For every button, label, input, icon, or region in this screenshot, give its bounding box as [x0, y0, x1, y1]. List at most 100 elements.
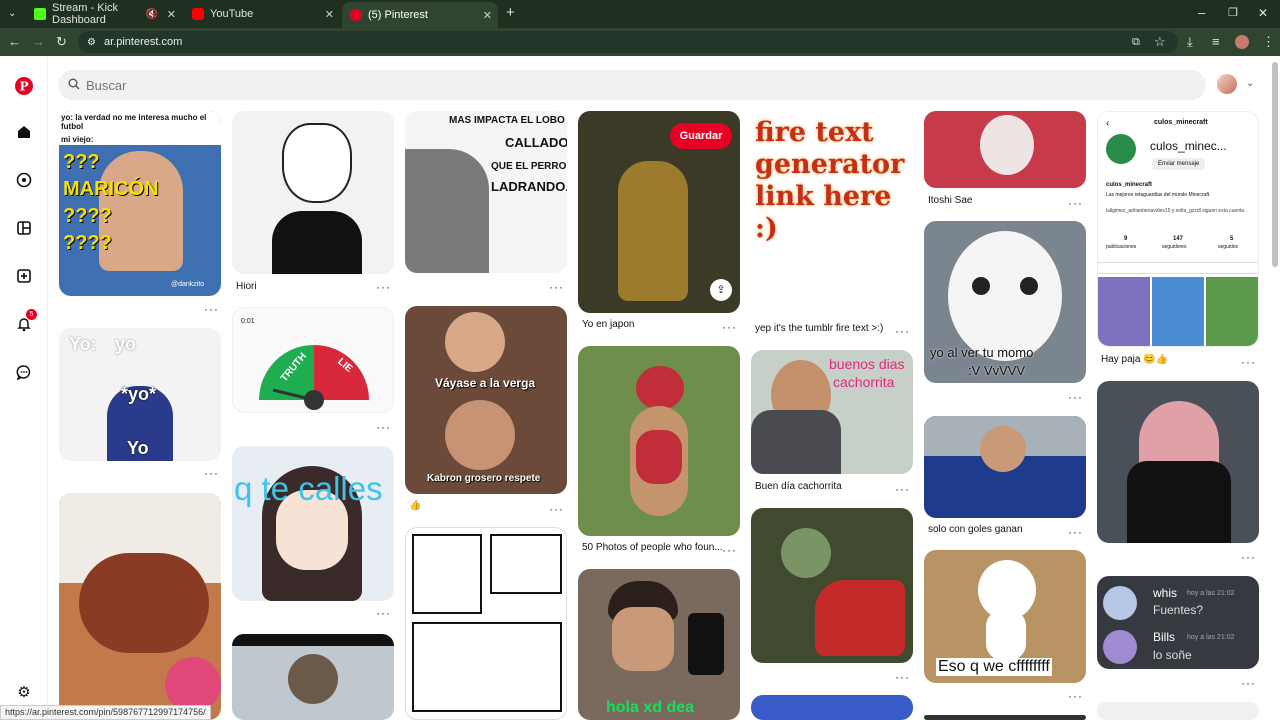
profile-bio: Las mejores retaguardias del mundo Minec… [1106, 192, 1211, 198]
pin-rocket-raccoon[interactable] [232, 634, 394, 720]
pin-mr-peabody[interactable]: Eso q we cffffffff [924, 550, 1086, 683]
cast-icon[interactable]: ⧉ [1132, 35, 1140, 49]
pin-hiori[interactable] [232, 111, 394, 274]
pin-wolf[interactable]: MAS IMPACTA EL LOBO CALLADO QUE EL PERRO… [405, 111, 567, 273]
pin-more-icon[interactable]: ··· [376, 606, 391, 620]
pin-more-icon[interactable]: ··· [376, 420, 391, 434]
pin-more-icon[interactable]: ··· [1241, 355, 1256, 369]
pin-manga[interactable] [405, 527, 567, 720]
pin-more-icon[interactable]: ··· [549, 280, 564, 294]
pin-more-icon[interactable]: ··· [1241, 676, 1256, 690]
close-tab-icon[interactable]: ✕ [167, 8, 176, 21]
pin-text: *yo* [121, 384, 157, 404]
pin-caption[interactable]: Hiori [236, 281, 257, 292]
close-tab-icon[interactable]: ✕ [325, 8, 334, 21]
profile-icon[interactable] [1235, 35, 1249, 49]
user-avatar[interactable] [1217, 74, 1237, 94]
link-status-bar: https://ar.pinterest.com/pin/59876771299… [0, 705, 211, 720]
pin-patrick[interactable] [1097, 381, 1259, 543]
pin-more-icon[interactable]: ··· [1241, 550, 1256, 564]
pin-vayase[interactable]: Váyase a la verga Kabron grosero respete [405, 306, 567, 494]
pinterest-logo-icon[interactable]: P [14, 76, 34, 96]
pin-more-icon[interactable]: ··· [1068, 196, 1083, 210]
reading-list-icon[interactable]: ≡ [1212, 35, 1220, 49]
pin-buenos-dias[interactable]: buenos dias cachorrita [751, 350, 913, 474]
pin-more-icon[interactable]: ··· [722, 543, 737, 557]
pin-caption[interactable]: Hay paja 😊👍 [1101, 354, 1168, 365]
pin-text: hola xd dea [606, 699, 695, 716]
pin-itoshi-sae[interactable] [924, 111, 1086, 188]
reload-icon[interactable]: ↻ [56, 35, 67, 49]
notifications-bell-icon[interactable]: 5 [14, 309, 37, 334]
pin-dark-bottom[interactable] [924, 715, 1086, 720]
pin-more-icon[interactable]: ··· [895, 324, 910, 338]
pin-truth-lie-meter[interactable]: 0:01 TRUTH LIE [232, 307, 394, 413]
stat-number: 5 [1230, 236, 1234, 242]
pin-goles[interactable] [924, 416, 1086, 518]
pin-caption[interactable]: Yo en japon [582, 319, 634, 330]
settings-gear-icon[interactable]: ⚙ [14, 682, 34, 702]
site-info-icon[interactable]: ⚙ [87, 37, 96, 48]
search-input[interactable]: Buscar [58, 70, 1206, 100]
tab-pinterest[interactable]: (5) Pinterest ✕ [342, 2, 498, 28]
pin-caption[interactable]: Buen día cachorrita [755, 481, 842, 492]
explore-compass-icon[interactable] [14, 170, 34, 190]
pin-dark-photo[interactable] [751, 508, 913, 663]
back-icon[interactable]: ← [8, 35, 21, 49]
mute-icon[interactable]: 🔇 [146, 9, 158, 20]
pin-chipmunk[interactable] [578, 346, 740, 536]
pin-caption[interactable]: Itoshi Sae [928, 195, 972, 206]
save-button[interactable]: Guardar [670, 123, 732, 149]
close-window-icon[interactable]: ✕ [1258, 6, 1268, 20]
pin-caption[interactable]: yep it's the tumblr fire text >:) [755, 323, 895, 334]
tab-title: YouTube [210, 8, 254, 20]
tab-youtube[interactable]: YouTube ✕ [184, 4, 340, 24]
pin-yo-en-japon[interactable]: Guardar ⇪ [578, 111, 740, 313]
download-icon[interactable]: ⤓ [1187, 35, 1193, 49]
boards-icon[interactable] [14, 218, 34, 238]
pin-yo-meme[interactable]: Yo: yo *yo* Yo [59, 328, 221, 461]
pin-more-icon[interactable]: ··· [549, 502, 564, 516]
account-chevron-down-icon[interactable]: ⌄ [1246, 78, 1254, 89]
pin-text: ??? MARICÓN ???? ???? [63, 151, 159, 254]
pin-caption[interactable]: 👍 [409, 500, 421, 511]
restore-icon[interactable]: ❐ [1228, 6, 1238, 20]
chat-time: hoy a las 21:02 [1187, 590, 1235, 597]
pin-minecraft-profile[interactable]: ‹ culos_minecraft culos_minec... Enviar … [1097, 111, 1259, 347]
pin-partial-bottom[interactable] [1097, 702, 1259, 720]
address-input[interactable]: ⚙ ar.pinterest.com [78, 31, 1178, 53]
pin-caption[interactable]: solo con goles ganan [928, 524, 1023, 535]
home-icon[interactable] [14, 122, 34, 142]
bookmark-star-icon[interactable]: ☆ [1154, 35, 1166, 49]
pin-cat[interactable]: yo al ver tu momo :V VvVVV [924, 221, 1086, 383]
pin-more-icon[interactable]: ··· [1068, 390, 1083, 404]
pin-anime-girl[interactable]: q te calles [232, 446, 394, 601]
pin-text: futbol [61, 122, 84, 131]
menu-kebab-icon[interactable]: ⋮ [1262, 35, 1275, 49]
pin-more-icon[interactable]: ··· [895, 670, 910, 684]
pin-burger[interactable] [59, 493, 221, 720]
pin-more-icon[interactable]: ··· [895, 482, 910, 496]
pin-caption[interactable]: 50 Photos of people who foun... [582, 542, 722, 553]
pin-more-icon[interactable]: ··· [204, 466, 219, 480]
pin-selfie[interactable]: hola xd dea [578, 569, 740, 720]
pin-discord-chat[interactable]: whis hoy a las 21:02 Fuentes? Bills hoy … [1097, 576, 1259, 669]
create-icon[interactable] [14, 266, 34, 286]
close-tab-icon[interactable]: ✕ [483, 9, 492, 22]
share-icon[interactable]: ⇪ [710, 279, 732, 301]
pin-meme-maricon[interactable]: yo: la verdad no me interesa mucho el fu… [59, 111, 221, 296]
minimize-icon[interactable]: – [1198, 6, 1205, 20]
forward-icon[interactable]: → [32, 35, 45, 49]
messages-icon[interactable] [14, 362, 34, 382]
pin-more-icon[interactable]: ··· [204, 302, 219, 316]
pin-more-icon[interactable]: ··· [376, 280, 391, 294]
tab-kick[interactable]: Stream - Kick Dashboard 🔇 ✕ [26, 2, 182, 26]
new-tab-icon[interactable]: + [506, 5, 515, 20]
pin-fire-text[interactable]: fire text generator link here :) [751, 111, 913, 317]
pin-blue-art[interactable] [751, 695, 913, 720]
page-scrollbar[interactable] [1272, 62, 1278, 267]
pin-more-icon[interactable]: ··· [722, 320, 737, 334]
tab-search-icon[interactable]: ⌄ [8, 7, 16, 21]
pin-more-icon[interactable]: ··· [1068, 689, 1083, 703]
pin-more-icon[interactable]: ··· [1068, 525, 1083, 539]
